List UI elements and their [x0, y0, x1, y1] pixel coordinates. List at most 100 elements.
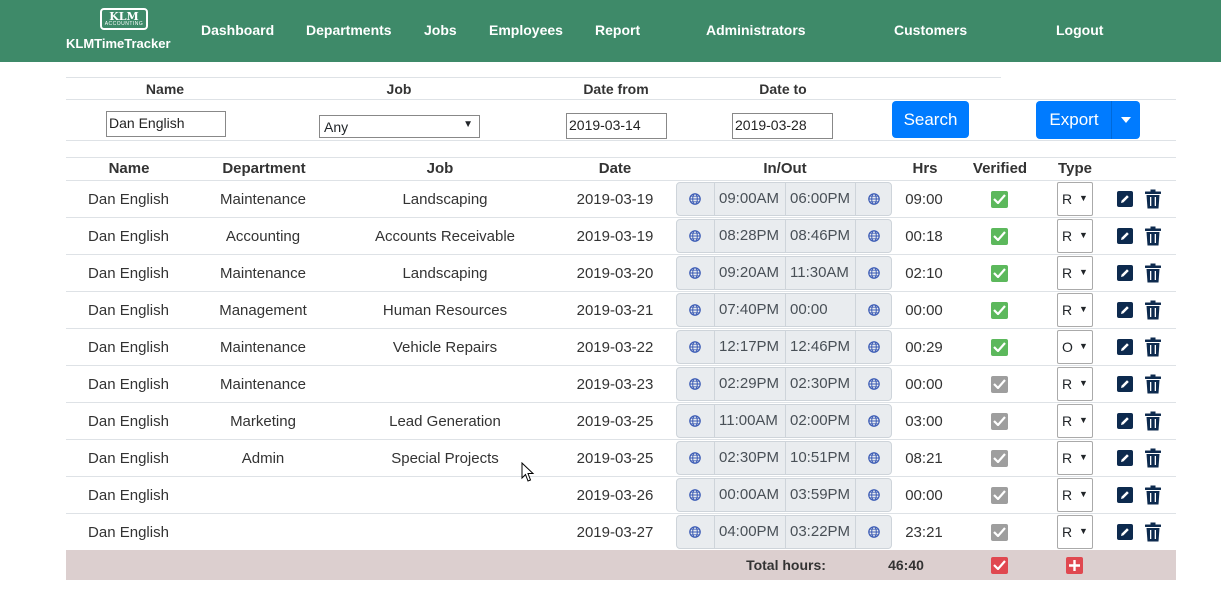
time-in[interactable]: 02:29PM: [719, 368, 779, 400]
globe-icon[interactable]: [868, 526, 880, 538]
globe-icon[interactable]: [689, 452, 701, 464]
time-in[interactable]: 09:20AM: [719, 257, 779, 289]
verified-checkbox[interactable]: [991, 487, 1008, 504]
globe-icon[interactable]: [689, 230, 701, 242]
verified-checkbox[interactable]: [991, 191, 1008, 208]
time-in[interactable]: 07:40PM: [719, 294, 779, 326]
verified-checkbox[interactable]: [991, 450, 1008, 467]
trash-icon[interactable]: [1145, 374, 1161, 394]
globe-icon[interactable]: [868, 489, 880, 501]
time-out[interactable]: 12:46PM: [790, 331, 850, 363]
date-from-input[interactable]: 2019-03-14: [566, 113, 667, 139]
export-dropdown-toggle[interactable]: [1111, 101, 1140, 139]
trash-icon[interactable]: [1145, 448, 1161, 468]
verify-all-checkbox[interactable]: [991, 557, 1008, 574]
nav-jobs[interactable]: Jobs: [424, 22, 457, 38]
type-select[interactable]: R ▼: [1057, 478, 1093, 512]
time-out[interactable]: 06:00PM: [790, 183, 850, 215]
search-button[interactable]: Search: [892, 101, 969, 138]
globe-icon[interactable]: [868, 304, 880, 316]
nav-logout[interactable]: Logout: [1056, 22, 1103, 38]
nav-administrators[interactable]: Administrators: [706, 22, 806, 38]
type-select[interactable]: R ▼: [1057, 441, 1093, 475]
verified-checkbox[interactable]: [991, 339, 1008, 356]
edit-icon[interactable]: [1117, 487, 1133, 503]
globe-icon[interactable]: [689, 341, 701, 353]
cell-hrs: 00:00: [905, 376, 943, 393]
edit-icon[interactable]: [1117, 450, 1133, 466]
edit-icon[interactable]: [1117, 265, 1133, 281]
edit-icon[interactable]: [1117, 339, 1133, 355]
nav-departments[interactable]: Departments: [306, 22, 392, 38]
globe-icon[interactable]: [689, 378, 701, 390]
add-entry-button[interactable]: [1066, 557, 1083, 574]
type-select[interactable]: R ▼: [1057, 515, 1093, 549]
trash-icon[interactable]: [1145, 263, 1161, 283]
type-select[interactable]: R ▼: [1057, 219, 1093, 253]
brand[interactable]: KLM ACCOUNTING KLMTimeTracker: [66, 6, 186, 56]
globe-icon[interactable]: [868, 193, 880, 205]
type-select[interactable]: R ▼: [1057, 367, 1093, 401]
trash-icon[interactable]: [1145, 485, 1161, 505]
globe-icon[interactable]: [868, 267, 880, 279]
verified-checkbox[interactable]: [991, 413, 1008, 430]
time-in[interactable]: 11:00AM: [719, 405, 778, 437]
nav-employees[interactable]: Employees: [489, 22, 563, 38]
type-select[interactable]: R ▼: [1057, 182, 1093, 216]
type-select[interactable]: O ▼: [1057, 330, 1093, 364]
nav-customers[interactable]: Customers: [894, 22, 967, 38]
time-out[interactable]: 11:30AM: [790, 257, 849, 289]
edit-icon[interactable]: [1117, 302, 1133, 318]
edit-icon[interactable]: [1117, 191, 1133, 207]
time-out[interactable]: 03:59PM: [790, 479, 850, 511]
verified-checkbox[interactable]: [991, 376, 1008, 393]
time-out[interactable]: 03:22PM: [790, 516, 850, 548]
globe-icon[interactable]: [868, 378, 880, 390]
edit-icon[interactable]: [1117, 413, 1133, 429]
trash-icon[interactable]: [1145, 189, 1161, 209]
time-in[interactable]: 09:00AM: [719, 183, 779, 215]
edit-icon[interactable]: [1117, 376, 1133, 392]
export-button[interactable]: Export: [1036, 101, 1112, 139]
globe-icon[interactable]: [689, 415, 701, 427]
time-in[interactable]: 04:00PM: [719, 516, 779, 548]
verified-checkbox[interactable]: [991, 228, 1008, 245]
cell-hrs: 00:00: [905, 302, 943, 319]
time-out[interactable]: 00:00: [790, 294, 828, 326]
time-in[interactable]: 08:28PM: [719, 220, 779, 252]
edit-icon[interactable]: [1117, 228, 1133, 244]
verified-checkbox[interactable]: [991, 265, 1008, 282]
edit-icon[interactable]: [1117, 524, 1133, 540]
verified-checkbox[interactable]: [991, 524, 1008, 541]
date-to-input[interactable]: 2019-03-28: [732, 113, 833, 139]
name-input[interactable]: Dan English: [106, 111, 226, 137]
time-in[interactable]: 00:00AM: [719, 479, 779, 511]
globe-icon[interactable]: [689, 526, 701, 538]
job-select[interactable]: Any ▼: [319, 115, 480, 138]
trash-icon[interactable]: [1145, 300, 1161, 320]
trash-icon[interactable]: [1145, 337, 1161, 357]
globe-icon[interactable]: [868, 415, 880, 427]
type-select[interactable]: R ▼: [1057, 293, 1093, 327]
globe-icon[interactable]: [689, 193, 701, 205]
type-select[interactable]: R ▼: [1057, 404, 1093, 438]
globe-icon[interactable]: [868, 341, 880, 353]
globe-icon[interactable]: [689, 267, 701, 279]
time-out[interactable]: 08:46PM: [790, 220, 850, 252]
globe-icon[interactable]: [689, 304, 701, 316]
verified-checkbox[interactable]: [991, 302, 1008, 319]
time-out[interactable]: 02:30PM: [790, 368, 850, 400]
time-in[interactable]: 12:17PM: [719, 331, 779, 363]
globe-icon[interactable]: [868, 452, 880, 464]
type-select[interactable]: R ▼: [1057, 256, 1093, 290]
nav-dashboard[interactable]: Dashboard: [201, 22, 274, 38]
trash-icon[interactable]: [1145, 522, 1161, 542]
globe-icon[interactable]: [868, 230, 880, 242]
nav-report[interactable]: Report: [595, 22, 640, 38]
time-out[interactable]: 10:51PM: [790, 442, 850, 474]
time-out[interactable]: 02:00PM: [790, 405, 850, 437]
globe-icon[interactable]: [689, 489, 701, 501]
trash-icon[interactable]: [1145, 226, 1161, 246]
time-in[interactable]: 02:30PM: [719, 442, 779, 474]
trash-icon[interactable]: [1145, 411, 1161, 431]
